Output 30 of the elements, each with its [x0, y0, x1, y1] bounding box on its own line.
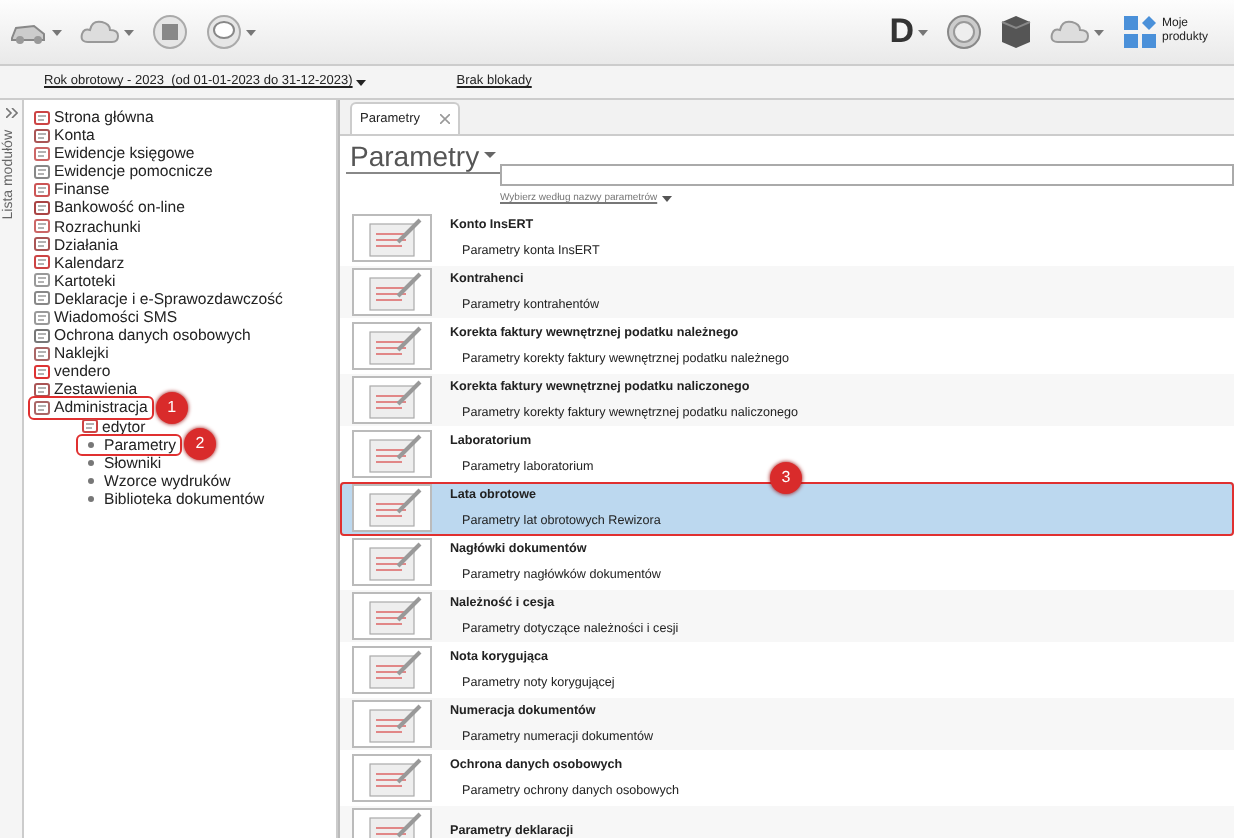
caret-icon[interactable] [356, 79, 367, 85]
checklist-icon [352, 214, 432, 262]
cloud-icon[interactable] [1049, 16, 1090, 48]
checklist-icon [352, 646, 432, 694]
checklist-icon [352, 700, 432, 748]
bullet-icon [88, 477, 94, 484]
callout-badge: 3 [770, 462, 802, 494]
checklist-icon [352, 376, 432, 424]
bullet-icon [88, 441, 94, 448]
callout-badge: 2 [183, 428, 216, 461]
tiles-icon[interactable] [1121, 14, 1158, 50]
letter-button[interactable]: D [889, 6, 914, 58]
close-icon[interactable] [439, 114, 450, 124]
cube-icon[interactable] [999, 14, 1032, 50]
checklist-icon [352, 754, 432, 802]
bullet-icon [88, 495, 94, 502]
page-title-dropdown[interactable]: Parametry [346, 140, 500, 174]
module-icon [82, 418, 98, 435]
checklist-icon [352, 430, 432, 478]
chevron-icon[interactable] [5, 108, 17, 118]
checklist-icon [352, 322, 432, 370]
bullet-icon [88, 459, 94, 466]
callout-badge: 1 [155, 392, 188, 424]
cloud-icon[interactable] [80, 16, 120, 48]
checklist-icon [352, 484, 432, 532]
checklist-icon [352, 268, 432, 316]
checklist-icon [352, 592, 432, 640]
caret-icon[interactable] [661, 196, 672, 202]
checklist-icon [352, 538, 432, 586]
search-field[interactable] [500, 164, 1234, 186]
